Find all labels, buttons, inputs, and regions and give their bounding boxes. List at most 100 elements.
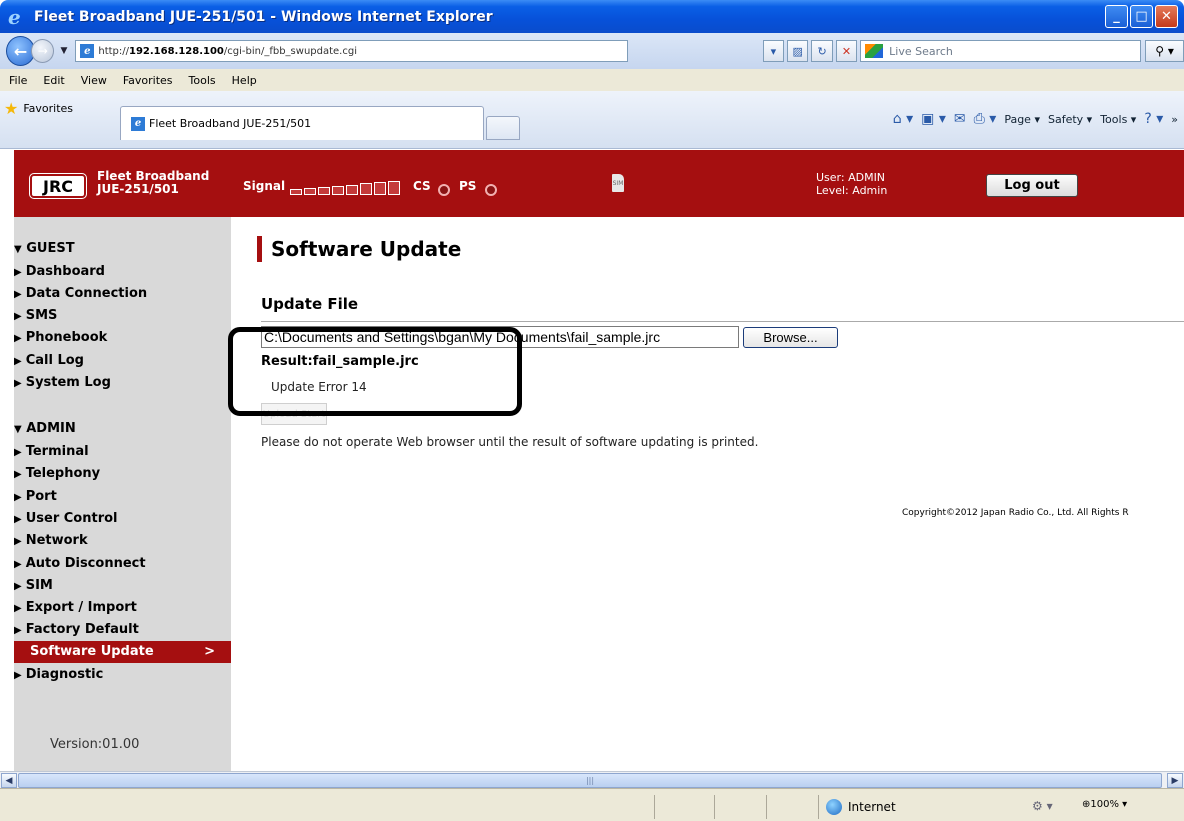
annotation-highlight-box [228,327,522,416]
scroll-thumb[interactable]: ||| [18,773,1162,788]
help-icon[interactable]: ? ▾ [1144,111,1163,127]
safety-menu[interactable]: Safety ▾ [1048,113,1092,126]
window-titlebar: e Fleet Broadband JUE-251/501 - Windows … [0,0,1184,33]
page-icon: e [80,44,95,58]
refresh-button[interactable]: ↻ [811,40,833,62]
url-field[interactable]: e http://192.168.128.100/cgi-bin/_fbb_sw… [75,40,628,62]
url-host: 192.168.128.100 [129,45,224,57]
sidebar-item-terminal[interactable]: ▶ Terminal [14,441,231,463]
close-button[interactable]: ✕ [1155,5,1178,28]
app-header: JRC Fleet Broadband JUE-251/501 Signal C… [14,150,1184,217]
sidebar-item-factory-default[interactable]: ▶ Factory Default [14,619,231,641]
menu-file[interactable]: File [9,74,27,87]
page-menu[interactable]: Page ▾ [1004,113,1040,126]
search-placeholder: Live Search [889,44,953,58]
sidebar-section-guest[interactable]: ▼ GUEST [14,241,75,256]
recent-pages-dropdown-icon[interactable]: ▼ [60,46,67,56]
ps-status-icon [485,184,497,196]
zone-label: Internet [848,800,896,814]
globe-icon [826,799,842,815]
copyright-text: Copyright©2012 Japan Radio Co., Ltd. All… [902,508,1129,518]
home-icon[interactable]: ⌂ ▾ [893,111,913,127]
user-level: Level: Admin [816,184,888,197]
status-divider [654,795,655,819]
menu-favorites[interactable]: Favorites [123,74,173,87]
product-line2: JUE-251/501 [97,182,179,196]
print-icon[interactable]: ⎙ ▾ [974,111,997,127]
menu-tools[interactable]: Tools [189,74,216,87]
active-arrow-icon: > [204,644,215,659]
sidebar-item-diagnostic[interactable]: ▶ Diagnostic [14,664,231,686]
url-path: /cgi-bin/_fbb_swupdate.cgi [223,45,357,57]
sidebar-item-network[interactable]: ▶ Network [14,530,231,552]
more-chevron-icon[interactable]: » [1171,113,1178,126]
product-name: Fleet Broadband JUE-251/501 [97,170,209,196]
status-bar: Internet ⚙ ▾ ⊕100% ▾ [0,788,1184,821]
tab-page-icon: e [131,116,145,131]
sidebar-item-sms[interactable]: ▶ SMS [14,305,231,327]
logout-button[interactable]: Log out [986,174,1078,197]
menu-edit[interactable]: Edit [43,74,64,87]
search-button[interactable]: ⚲ ▾ [1145,40,1184,62]
page-title: Software Update [257,236,461,262]
sidebar-item-auto-disconnect[interactable]: ▶ Auto Disconnect [14,553,231,575]
browser-tab[interactable]: e Fleet Broadband JUE-251/501 [120,106,484,140]
user-name: User: ADMIN [816,171,886,184]
cs-status-icon [438,184,450,196]
status-divider [714,795,715,819]
protected-mode-icon[interactable]: ⚙ ▾ [1032,799,1053,813]
status-divider [818,795,819,819]
search-input[interactable]: Live Search [860,40,1142,62]
section-title: Update File [261,295,359,313]
horizontal-scrollbar[interactable]: ◀ ||| ▶ [0,771,1184,788]
main-content: Software Update Update File C:\Documents… [231,217,1184,771]
sidebar-item-system-log[interactable]: ▶ System Log [14,372,231,394]
sidebar: ▼ GUEST ▶ Dashboard ▶ Data Connection ▶ SMS… [14,217,231,771]
status-divider [766,795,767,819]
command-bar: ⌂ ▾ ▣ ▾ ✉ ⎙ ▾ Page ▾ Safety ▾ Tools ▾ ? … [893,111,1178,127]
minimize-button[interactable]: _ [1105,5,1128,28]
sidebar-item-telephony[interactable]: ▶ Telephony [14,463,231,485]
sidebar-item-port[interactable]: ▶ Port [14,486,231,508]
favorites-label: Favorites [23,101,74,115]
warning-note: Please do not operate Web browser until … [261,435,759,449]
url-prefix: http:// [98,45,129,57]
tab-title: Fleet Broadband JUE-251/501 [149,117,312,130]
mail-icon[interactable]: ✉ [954,111,966,127]
menu-help[interactable]: Help [232,74,257,87]
stop-button[interactable]: ✕ [835,40,858,62]
ps-label: PS [459,179,477,193]
url-dropdown-button[interactable]: ▾ [762,40,785,62]
sidebar-item-dashboard[interactable]: ▶ Dashboard [14,261,231,283]
tools-menu[interactable]: Tools ▾ [1100,113,1136,126]
browse-button[interactable]: Browse... [743,327,838,348]
new-tab-button[interactable] [486,116,520,140]
sidebar-item-sim[interactable]: ▶ SIM [14,575,231,597]
favorites-bar: ★ Favorites e Fleet Broadband JUE-251/50… [0,91,1184,149]
sidebar-item-call-log[interactable]: ▶ Call Log [14,350,231,372]
scroll-left-button[interactable]: ◀ [1,773,17,788]
sidebar-item-software-update[interactable]: Software Update > [14,641,231,663]
live-search-icon [865,44,884,58]
zoom-level[interactable]: ⊕100% ▾ [1082,799,1127,810]
address-bar: ← → ▼ e http://192.168.128.100/cgi-bin/_… [0,33,1184,69]
section-divider [261,321,1184,322]
sidebar-item-phonebook[interactable]: ▶ Phonebook [14,327,231,349]
scroll-right-button[interactable]: ▶ [1167,773,1183,788]
sim-icon: SIM [612,174,624,192]
sidebar-item-export-import[interactable]: ▶ Export / Import [14,597,231,619]
sidebar-item-user-control[interactable]: ▶ User Control [14,508,231,530]
security-zone[interactable]: Internet [826,799,896,815]
favorites-button[interactable]: ★ Favorites [4,97,73,119]
maximize-button[interactable]: □ [1130,5,1153,28]
compatibility-view-icon[interactable]: ▨ [787,40,809,62]
forward-button[interactable]: → [31,39,55,63]
cs-label: CS [413,179,431,193]
menu-bar: File Edit View Favorites Tools Help [0,69,1184,91]
sidebar-section-admin[interactable]: ▼ ADMIN [14,421,76,436]
sidebar-item-data-connection[interactable]: ▶ Data Connection [14,283,231,305]
window-title: Fleet Broadband JUE-251/501 - Windows In… [34,8,493,25]
menu-view[interactable]: View [81,74,107,87]
feeds-icon[interactable]: ▣ ▾ [921,111,946,127]
star-icon: ★ [4,98,19,118]
